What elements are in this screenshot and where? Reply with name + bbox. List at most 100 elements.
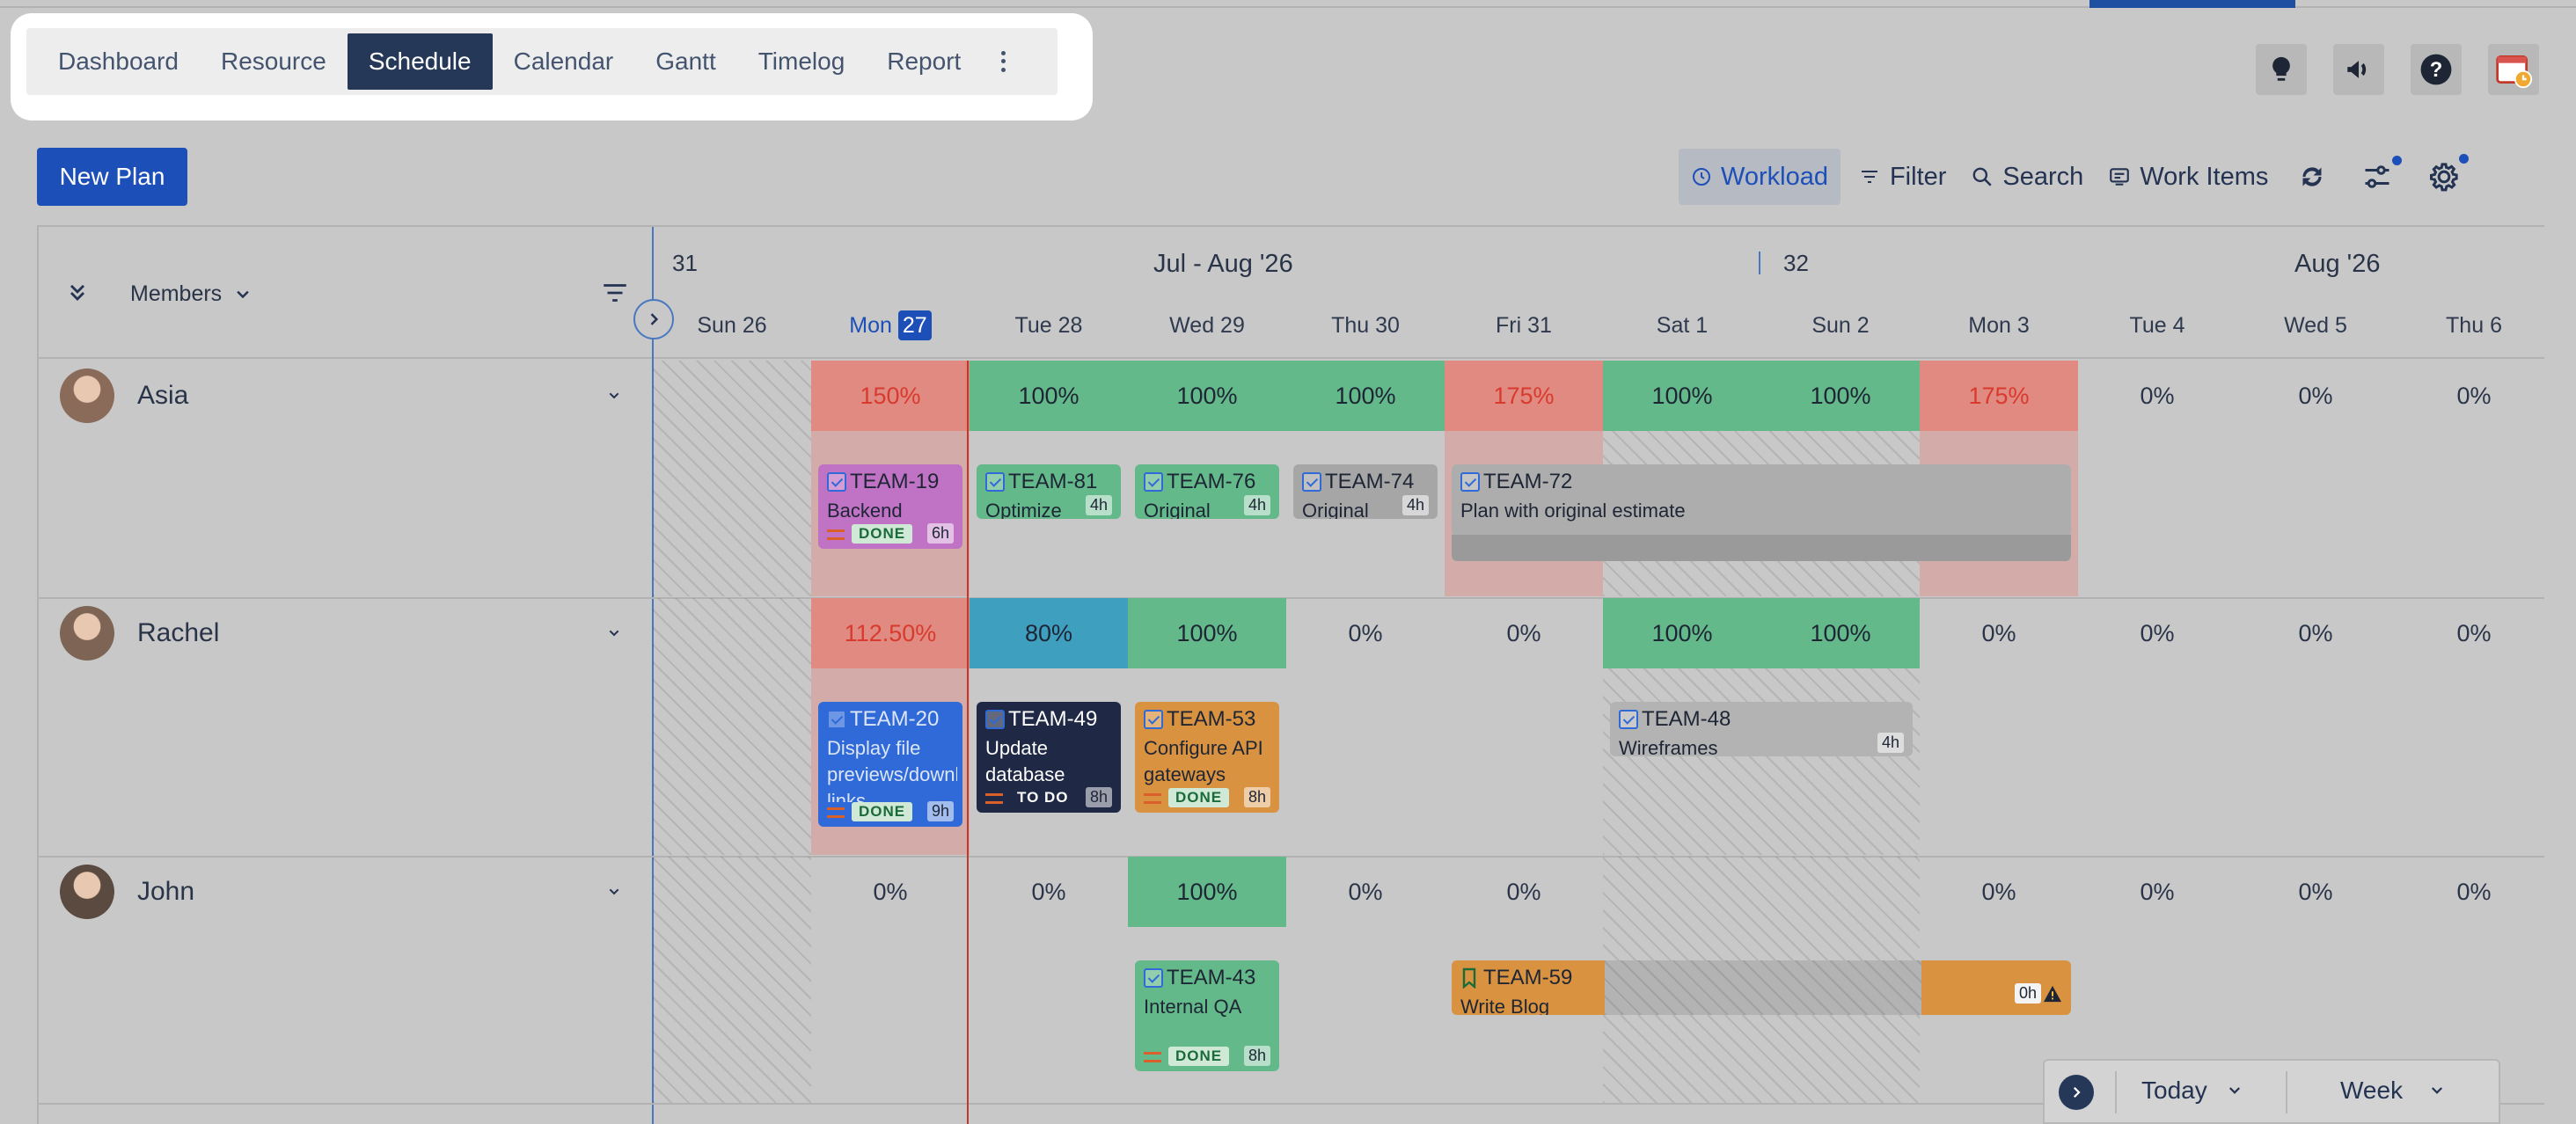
day-of-week: Tue <box>1014 313 1052 338</box>
tab-dashboard[interactable]: Dashboard <box>37 33 200 90</box>
task-title: Update database <box>985 737 1065 785</box>
day-of-week: Wed <box>1169 313 1215 338</box>
day-number: 30 <box>1375 313 1400 338</box>
workload-cell: 80% <box>970 598 1128 668</box>
day-header: Tue 28 <box>970 313 1128 339</box>
task-card[interactable]: TEAM-53 Configure API gateways 8h DONE <box>1135 702 1279 813</box>
workload-cell: 0% <box>1506 619 1541 646</box>
day-of-week: Sun <box>1811 313 1851 338</box>
member-label[interactable]: Asia <box>39 361 655 431</box>
refresh-button[interactable] <box>2280 149 2344 205</box>
today-label: Today <box>2141 1077 2207 1104</box>
chevron-down-icon <box>2228 1087 2240 1094</box>
workload-cell: 100% <box>1128 857 1286 927</box>
today-line <box>967 361 969 1124</box>
task-card[interactable]: TEAM-76 Original 4h <box>1135 464 1279 519</box>
task-key: TEAM-48 <box>1642 707 1731 731</box>
task-key: TEAM-20 <box>850 707 940 731</box>
sliders-icon <box>2365 165 2389 188</box>
chevron-down-icon[interactable] <box>607 389 621 403</box>
members-dropdown[interactable]: Members <box>130 281 252 307</box>
task-title: Plan with original estimate <box>1460 500 1686 522</box>
filter-button[interactable]: Filter <box>1846 149 1958 205</box>
workload-cell: 100% <box>1761 598 1920 668</box>
task-card[interactable]: TEAM-19 Backend 6h DONE <box>818 464 962 549</box>
chevron-down-icon[interactable] <box>607 626 621 640</box>
workload-cell: 0% <box>1506 878 1541 905</box>
weekend-gap <box>1605 960 1921 1015</box>
task-title: Display file previews/download links <box>827 737 957 802</box>
more-options-icon[interactable] <box>994 44 1012 79</box>
day-of-week: Mon <box>849 313 892 338</box>
day-header: Wed 29 <box>1128 313 1286 339</box>
task-key: TEAM-19 <box>850 470 940 493</box>
task-title: Internal QA <box>1144 996 1242 1018</box>
help-button[interactable]: ? <box>2411 44 2462 95</box>
task-hours: 8h <box>1243 787 1270 807</box>
tab-timelog[interactable]: Timelog <box>737 33 867 90</box>
search-button[interactable]: Search <box>1958 149 2096 205</box>
tab-gantt[interactable]: Gantt <box>634 33 736 90</box>
avatar <box>60 369 114 423</box>
collapse-all-icon[interactable] <box>65 280 90 306</box>
lightbulb-icon <box>2272 56 2290 81</box>
tab-resource[interactable]: Resource <box>200 33 348 90</box>
day-of-week: Mon <box>1968 313 2011 338</box>
warning-icon <box>2044 985 2061 1003</box>
day-number: 1 <box>1695 313 1709 338</box>
day-header: Tue 4 <box>2078 313 2236 339</box>
lightbulb-button[interactable] <box>2256 44 2307 95</box>
task-checkbox-icon <box>985 710 1005 729</box>
task-card[interactable]: TEAM-59 Write Blog 0h <box>1452 960 2071 1015</box>
member-label[interactable]: John <box>39 857 655 927</box>
day-header: Mon 3 <box>1920 313 2078 339</box>
task-title: Wireframes <box>1619 737 1718 756</box>
task-card[interactable]: TEAM-20 Display file previews/download li… <box>818 702 962 827</box>
tab-report[interactable]: Report <box>866 33 982 90</box>
status-badge: DONE <box>852 802 913 821</box>
day-number: 2 <box>1856 313 1870 338</box>
filter-icon <box>1861 171 1877 183</box>
new-plan-button[interactable]: New Plan <box>37 148 187 206</box>
task-card[interactable]: TEAM-49 Update database 8h TO DO <box>977 702 1121 813</box>
chevron-down-icon[interactable] <box>607 885 621 899</box>
today-dropdown[interactable]: Today <box>2141 1077 2243 1105</box>
work-items-button[interactable]: Work Items <box>2096 149 2280 205</box>
adjust-settings-button[interactable] <box>2344 149 2411 205</box>
announcement-button[interactable] <box>2333 44 2384 95</box>
workload-button[interactable]: Workload <box>1679 149 1841 205</box>
task-card[interactable]: TEAM-72Plan with original estimate7hTO D… <box>1452 464 2071 561</box>
search-icon <box>1973 167 1993 186</box>
tab-schedule[interactable]: Schedule <box>347 33 493 90</box>
task-card[interactable]: TEAM-43 Internal QA 8h DONE <box>1135 960 1279 1071</box>
workload-cell: 0% <box>2140 619 2175 646</box>
member-label[interactable]: Rachel <box>39 598 655 668</box>
task-hours: 8h <box>1085 787 1112 807</box>
task-title: Backend <box>827 500 903 522</box>
task-checkbox-icon <box>985 472 1005 492</box>
tab-calendar[interactable]: Calendar <box>493 33 635 90</box>
day-number: 6 <box>2490 313 2502 338</box>
task-hours: 0h <box>2014 983 2041 1004</box>
week-view-dropdown[interactable]: Week <box>2340 1077 2445 1105</box>
calendar-clock-button[interactable] <box>2488 44 2539 95</box>
chevron-right-icon <box>2073 1086 2081 1098</box>
task-card[interactable]: TEAM-81 Optimize 4h <box>977 464 1121 519</box>
week-divider <box>1759 252 1760 274</box>
day-header: Wed 5 <box>2236 313 2395 339</box>
workload-cell: 100% <box>970 361 1128 431</box>
megaphone-icon <box>2347 61 2367 78</box>
day-of-week: Sun <box>697 313 736 338</box>
active-indicator <box>2089 0 2295 8</box>
member-filter-icon[interactable] <box>598 278 632 308</box>
task-checkbox-icon <box>827 710 846 729</box>
collapse-footer-button[interactable] <box>2059 1075 2094 1110</box>
task-card[interactable]: TEAM-74 Original 4h <box>1293 464 1438 519</box>
settings-button[interactable] <box>2411 149 2477 205</box>
week-number-31: 31 <box>672 250 698 276</box>
task-card[interactable]: TEAM-48 Wireframes 4h <box>1610 702 1913 756</box>
workload-cell: 0% <box>2456 382 2492 409</box>
day-of-week: Thu <box>2446 313 2485 338</box>
day-number: 29 <box>1220 313 1245 338</box>
workload-cell: 0% <box>2298 382 2333 409</box>
